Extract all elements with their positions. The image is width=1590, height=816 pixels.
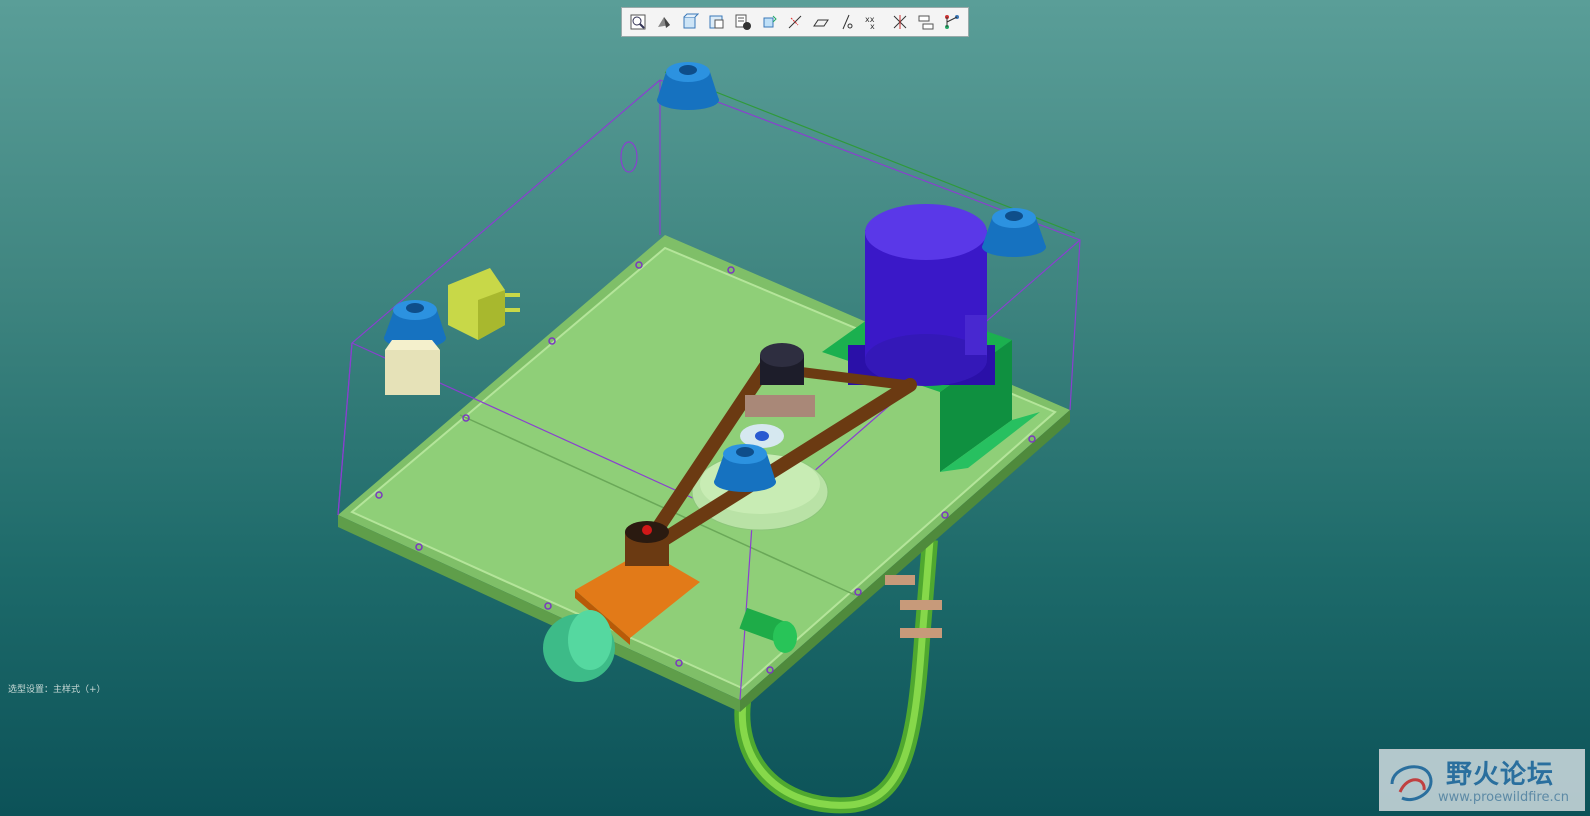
- view-toolbar: xx x: [621, 7, 969, 37]
- watermark-title: 野火论坛: [1446, 760, 1555, 790]
- model-tree-icon: [918, 15, 934, 30]
- status-message: 选型设置：主样式（+）: [8, 685, 106, 695]
- layers-button[interactable]: [731, 9, 755, 35]
- saved-view-button[interactable]: [678, 9, 702, 35]
- watermark-url: www.proewildfire.cn: [1438, 790, 1569, 805]
- motor[interactable]: [848, 204, 995, 386]
- datum-axes-icon: [813, 19, 830, 27]
- model-tree-button[interactable]: [914, 9, 938, 35]
- forum-watermark: 野火论坛 www.proewildfire.cn: [1379, 749, 1585, 811]
- svg-text:x: x: [870, 22, 875, 31]
- zoom-window-icon: [630, 14, 646, 30]
- spin-center-icon: [763, 15, 777, 28]
- annotations-icon: [893, 15, 906, 29]
- coordinate-systems-button[interactable]: xx x: [861, 9, 885, 35]
- wall-hole: [620, 141, 638, 173]
- saved-view-icon: [683, 13, 700, 29]
- shading-icon: [658, 17, 671, 28]
- view-manager-icon: [709, 15, 724, 29]
- connect-button[interactable]: [940, 9, 964, 35]
- zoom-window-button[interactable]: [626, 9, 650, 35]
- spin-center-button[interactable]: [757, 9, 781, 35]
- datum-axes-button[interactable]: [809, 9, 833, 35]
- datum-planes-icon: [788, 15, 802, 29]
- datum-planes-button[interactable]: [783, 9, 807, 35]
- connect-icon: [944, 15, 959, 29]
- datum-points-icon: [842, 14, 853, 30]
- datum-points-button[interactable]: [835, 9, 859, 35]
- forum-logo: [1390, 765, 1433, 801]
- annotations-button[interactable]: [888, 9, 912, 35]
- layers-icon: [735, 14, 751, 30]
- graphics-viewport[interactable]: [0, 0, 1590, 816]
- coordinate-systems-icon: xxx: [865, 15, 875, 31]
- view-manager-button[interactable]: [704, 9, 728, 35]
- terminal-connector[interactable]: [385, 340, 440, 395]
- toggle-switch[interactable]: [448, 268, 520, 340]
- shading-button[interactable]: [652, 9, 676, 35]
